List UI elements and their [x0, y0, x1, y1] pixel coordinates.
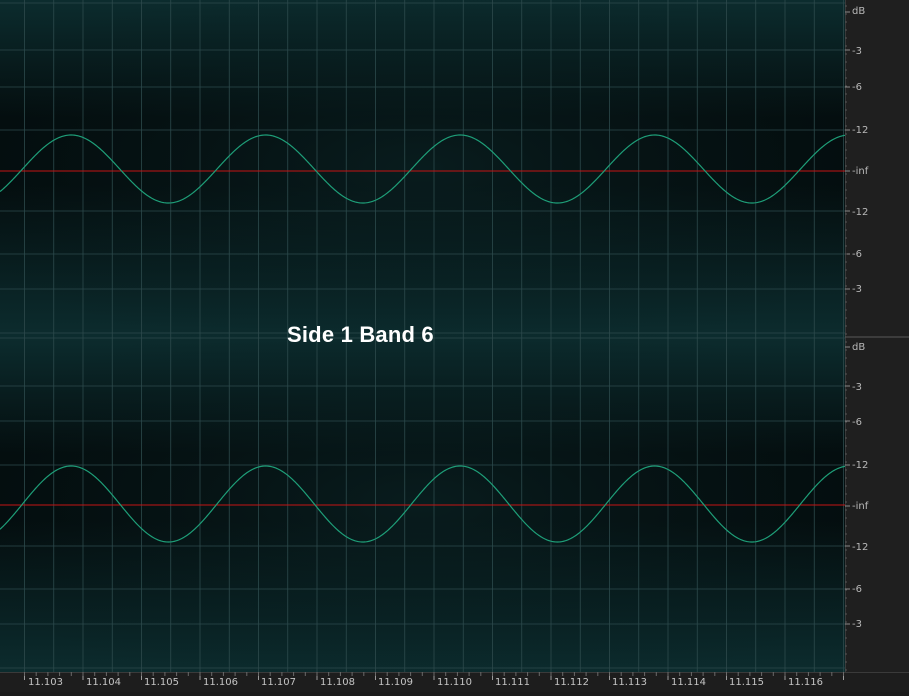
db-label-ch1-12-bottom: -12: [852, 207, 869, 218]
time-label-7: 11.109: [378, 677, 413, 688]
channel-2-track[interactable]: [0, 336, 846, 672]
time-label-8: 11.110: [437, 677, 472, 688]
db-label-ch2-3-top: -3: [852, 382, 862, 393]
db-ruler: [845, 0, 909, 672]
time-label-5: 11.107: [261, 677, 296, 688]
time-label-13: 11.115: [729, 677, 764, 688]
db-label-ch1-3-bottom: -3: [852, 284, 862, 295]
time-label-3: 11.105: [144, 677, 179, 688]
db-label-ch1-6-bottom: -6: [852, 249, 862, 260]
time-label-2: 11.104: [86, 677, 121, 688]
db-label-ch2-inf: -inf: [852, 501, 869, 512]
time-label-14: 11.116: [788, 677, 823, 688]
db-label-ch2-unit: dB: [852, 342, 866, 353]
channel-1-track[interactable]: [0, 0, 846, 336]
time-label-9: 11.111: [495, 677, 530, 688]
time-label-12: 11.114: [671, 677, 706, 688]
db-label-ch1-12-top: -12: [852, 125, 869, 136]
overlay-title: Side 1 Band 6: [287, 322, 434, 347]
db-label-ch2-6-bottom: -6: [852, 584, 862, 595]
db-label-ch1-inf: -inf: [852, 166, 869, 177]
time-label-4: 11.106: [203, 677, 238, 688]
db-label-ch2-6-top: -6: [852, 417, 862, 428]
db-label-ch2-12-bottom: -12: [852, 542, 869, 553]
time-label-6: 11.108: [320, 677, 355, 688]
db-label-ch2-12-top: -12: [852, 460, 869, 471]
db-label-ch1-3-top: -3: [852, 46, 862, 57]
time-label-10: 11.112: [554, 677, 589, 688]
db-label-ch2-3-bottom: -3: [852, 619, 862, 630]
waveform-editor: dB -3 -6 -12 -inf -12 -6 -3 dB -3 -6 -12…: [0, 0, 909, 692]
db-label-ch1-6-top: -6: [852, 82, 862, 93]
db-label-ch1-unit: dB: [852, 6, 866, 17]
time-label-1: 11.103: [28, 677, 63, 688]
db-ruler-ticks: [845, 0, 909, 672]
time-label-11: 11.113: [612, 677, 647, 688]
